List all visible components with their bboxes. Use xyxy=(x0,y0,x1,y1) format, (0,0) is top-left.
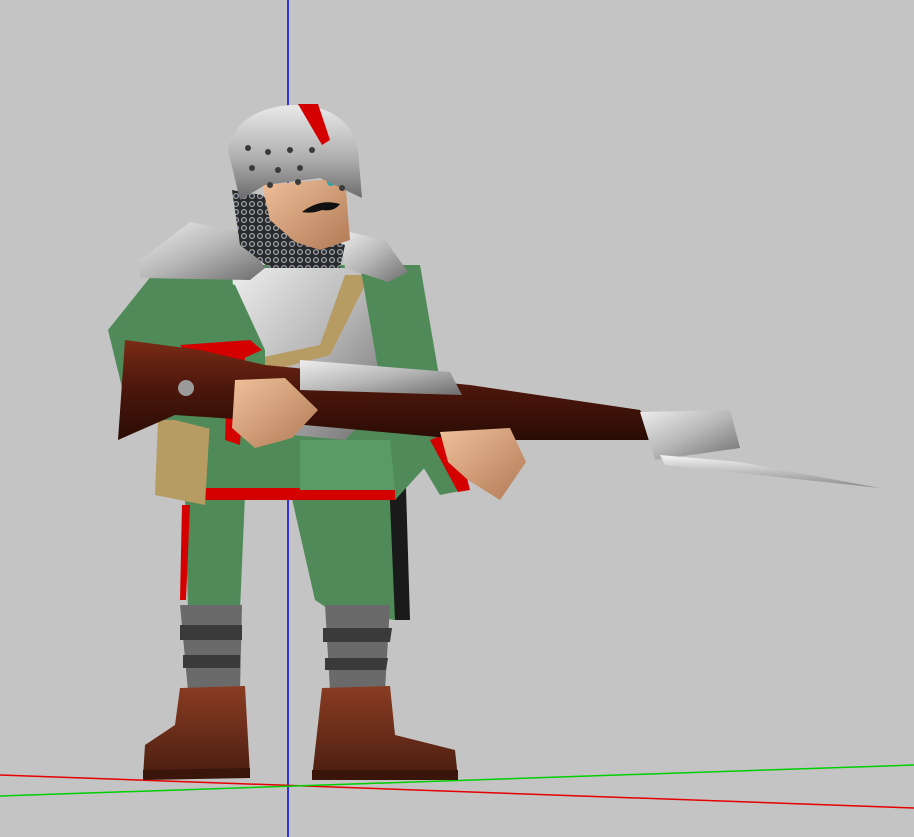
satchel xyxy=(155,420,210,505)
scene-canvas[interactable] xyxy=(0,0,914,837)
boot-right xyxy=(312,686,458,780)
soldier-model[interactable] xyxy=(108,104,880,780)
3d-viewport[interactable] xyxy=(0,0,914,837)
bayonet xyxy=(660,455,880,488)
leg-right xyxy=(290,490,395,690)
leg-left xyxy=(180,495,245,690)
boot-left xyxy=(143,686,250,780)
rifle-barrel-band xyxy=(640,410,740,460)
